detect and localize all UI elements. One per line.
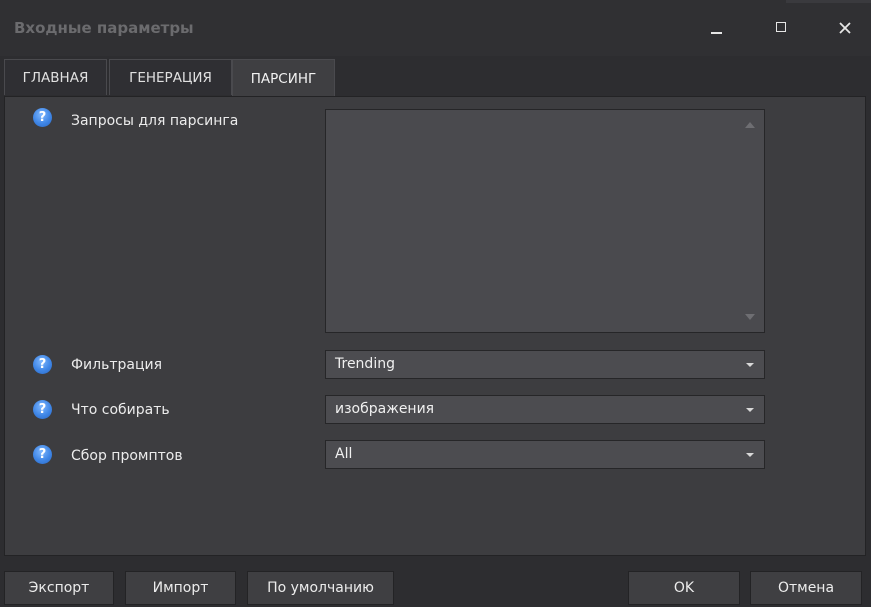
prompts-select[interactable]: All [325, 440, 765, 469]
cancel-button[interactable]: Отмена [750, 571, 862, 605]
scroll-down-arrow-icon[interactable] [745, 314, 755, 320]
import-button[interactable]: Импорт [125, 571, 236, 605]
close-icon [839, 22, 851, 34]
maximize-button[interactable] [768, 14, 796, 42]
tab-parsing[interactable]: ПАРСИНГ [232, 59, 335, 97]
ok-button[interactable]: OK [628, 571, 740, 605]
tab-main[interactable]: ГЛАВНАЯ [4, 59, 107, 95]
export-button[interactable]: Экспорт [4, 571, 114, 605]
prompts-label: Сбор промптов [71, 448, 183, 464]
title-bar-accent [786, 0, 871, 3]
queries-textarea[interactable] [325, 109, 765, 333]
chevron-down-icon [746, 408, 754, 412]
collect-select[interactable]: изображения [325, 395, 765, 424]
collect-value: изображения [335, 401, 435, 417]
defaults-button[interactable]: По умолчанию [247, 571, 394, 605]
help-icon[interactable]: ? [33, 355, 52, 374]
chevron-down-icon [746, 363, 754, 367]
filter-select[interactable]: Trending [325, 350, 765, 379]
minimize-button[interactable] [703, 14, 731, 42]
filter-value: Trending [335, 356, 395, 372]
chevron-down-icon [746, 453, 754, 457]
help-icon[interactable]: ? [33, 400, 52, 419]
queries-label: Запросы для парсинга [71, 113, 239, 129]
close-button[interactable] [831, 14, 859, 42]
scroll-up-arrow-icon[interactable] [745, 122, 755, 128]
filter-label: Фильтрация [71, 357, 163, 373]
help-icon[interactable]: ? [33, 445, 52, 464]
collect-label: Что собирать [71, 402, 170, 418]
dialog-window: Входные параметры ГЛАВНАЯ ГЕНЕРАЦИЯ ПАРС… [0, 0, 871, 607]
prompts-value: All [335, 446, 353, 462]
title-bar[interactable]: Входные параметры [0, 0, 871, 56]
window-title: Входные параметры [14, 19, 194, 37]
help-icon[interactable]: ? [33, 108, 52, 127]
tab-generation[interactable]: ГЕНЕРАЦИЯ [109, 59, 232, 95]
